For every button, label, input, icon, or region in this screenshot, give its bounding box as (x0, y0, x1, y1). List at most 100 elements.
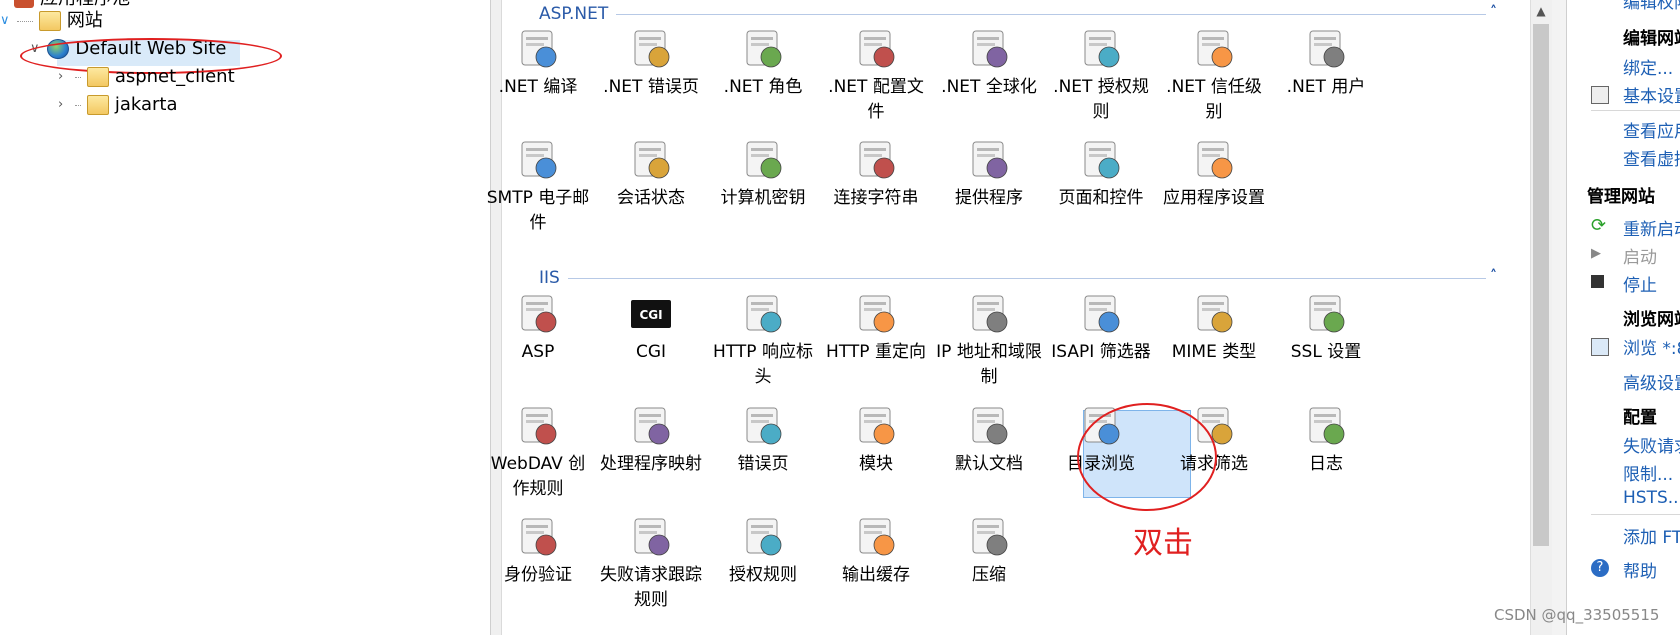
feature-tile[interactable]: 失败请求跟踪规则 (596, 515, 706, 613)
session-state-icon (629, 138, 673, 182)
error-pages-icon (741, 404, 785, 448)
feature-tile[interactable]: CGI CGI (596, 292, 706, 365)
connections-tree: 应用程序池 ∨ 网站 ∨ Default Web Site › aspnet_c… (0, 0, 490, 635)
asp-icon (516, 292, 560, 336)
feature-tile[interactable]: .NET 信任级别 (1159, 27, 1269, 125)
feature-label: 会话状态 (617, 188, 685, 208)
feature-label: 连接字符串 (833, 188, 919, 208)
restart-icon: ⟳ (1591, 215, 1607, 236)
feature-label: SMTP 电子邮件 (486, 188, 590, 233)
feature-tile[interactable]: .NET 授权规则 (1046, 27, 1156, 125)
sites-folder-icon (38, 11, 61, 31)
scrollbar-thumb[interactable] (1533, 24, 1549, 546)
compression-icon (967, 515, 1011, 559)
feature-tile[interactable]: 输出缓存 (821, 515, 931, 588)
feature-label: HTTP 重定向 (826, 342, 926, 362)
feature-tile[interactable]: HTTP 重定向 (821, 292, 931, 365)
action-stop[interactable]: 停止 (1623, 271, 1657, 296)
action-edit-permissions[interactable]: 编辑权限... (1623, 0, 1680, 13)
group-title-aspnet[interactable]: ASP.NET (539, 4, 608, 24)
action-limits[interactable]: 限制... (1623, 460, 1673, 485)
feature-label: 处理程序映射 (600, 454, 702, 474)
feature-tile[interactable]: 授权规则 (708, 515, 818, 588)
logging-icon (1304, 404, 1348, 448)
feature-tile[interactable]: 会话状态 (596, 138, 706, 211)
scroll-up-arrow-icon[interactable]: ▲ (1533, 2, 1549, 20)
providers-icon (967, 138, 1011, 182)
isapi-filter-icon (1079, 292, 1123, 336)
feature-tile[interactable]: 日志 (1271, 404, 1381, 477)
feature-tile[interactable]: 压缩 (934, 515, 1044, 588)
chevron-right-icon[interactable]: › (58, 92, 70, 118)
feature-tile[interactable]: 提供程序 (934, 138, 1044, 211)
action-failed-request-tracing[interactable]: 失败请求跟踪... (1623, 432, 1680, 457)
tree-node-jakarta[interactable]: › jakarta (58, 92, 177, 118)
svg-text:CGI: CGI (639, 308, 662, 322)
action-help[interactable]: 帮助 (1623, 557, 1657, 582)
feature-tile[interactable]: 计算机密钥 (708, 138, 818, 211)
feature-tile[interactable]: ISAPI 筛选器 (1046, 292, 1156, 365)
header-browse-site: 浏览网站 (1623, 310, 1680, 330)
feature-label: 输出缓存 (842, 565, 910, 585)
action-restart[interactable]: 重新启动 (1623, 215, 1680, 240)
feature-tile[interactable]: .NET 用户 (1271, 27, 1381, 100)
header-manage-site: 管理网站 (1587, 187, 1655, 207)
cgi-icon: CGI (629, 292, 673, 336)
feature-tile[interactable]: IP 地址和域限制 (934, 292, 1044, 390)
feature-tile[interactable]: 模块 (821, 404, 931, 477)
collapse-chevron-up-icon[interactable]: ˄ (1490, 268, 1497, 284)
tree-node-sites[interactable]: ∨ 网站 (0, 8, 103, 34)
feature-label: CGI (635, 342, 667, 362)
action-start[interactable]: 启动 (1623, 243, 1657, 268)
feature-label: ASP (521, 342, 555, 362)
feature-tile[interactable]: .NET 错误页 (596, 27, 706, 100)
feature-tile[interactable]: 错误页 (708, 404, 818, 477)
feature-tile[interactable]: .NET 角色 (708, 27, 818, 100)
modules-icon (854, 404, 898, 448)
virtual-directory-icon (86, 95, 109, 115)
feature-tile[interactable]: 身份验证 (483, 515, 593, 588)
action-basic-settings[interactable]: 基本设置... (1623, 82, 1680, 107)
action-add-ftp[interactable]: 添加 FTP 发布... (1623, 523, 1680, 548)
tree-node-aspnet-client[interactable]: › aspnet_client (58, 64, 235, 90)
feature-tile[interactable]: 页面和控件 (1046, 138, 1156, 211)
feature-label: .NET 角色 (723, 77, 803, 97)
action-view-applications[interactable]: 查看应用程序 (1623, 117, 1680, 142)
feature-tile[interactable]: SSL 设置 (1271, 292, 1381, 365)
feature-tile[interactable]: 处理程序映射 (596, 404, 706, 477)
annotation-text: 双击 (1133, 526, 1193, 561)
basic-settings-icon (1591, 86, 1609, 104)
feature-tile[interactable]: HTTP 响应标头 (708, 292, 818, 390)
chevron-down-icon[interactable]: ∨ (0, 8, 12, 34)
help-icon: ? (1591, 559, 1609, 577)
action-hsts[interactable]: HSTS... (1623, 488, 1680, 508)
feature-tile[interactable]: SMTP 电子邮件 (483, 138, 593, 236)
group-title-iis[interactable]: IIS (539, 268, 560, 288)
feature-label: 提供程序 (955, 188, 1023, 208)
feature-tile[interactable]: .NET 配置文件 (821, 27, 931, 125)
feature-tile[interactable]: .NET 编译 (483, 27, 593, 100)
feature-tile[interactable]: .NET 全球化 (934, 27, 1044, 100)
pane-splitter[interactable] (1552, 0, 1567, 635)
chevron-right-icon[interactable]: › (58, 64, 70, 90)
feature-label: 授权规则 (729, 565, 797, 585)
red-annotation-oval (1077, 403, 1217, 511)
action-view-virtual-dirs[interactable]: 查看虚拟目录 (1623, 145, 1680, 170)
machine-key-icon (741, 138, 785, 182)
action-browse[interactable]: 浏览 *:80 (http) (1623, 334, 1680, 359)
action-bindings[interactable]: 绑定... (1623, 54, 1673, 79)
roles-icon (741, 27, 785, 71)
action-advanced-settings[interactable]: 高级设置... (1623, 369, 1680, 394)
feature-tile[interactable]: MIME 类型 (1159, 292, 1269, 365)
feature-label: 页面和控件 (1058, 188, 1144, 208)
collapse-chevron-up-icon[interactable]: ˄ (1490, 4, 1497, 20)
feature-tile[interactable]: 默认文档 (934, 404, 1044, 477)
group-divider (568, 278, 1486, 279)
feature-tile[interactable]: WebDAV 创作规则 (483, 404, 593, 502)
globe-icon (967, 27, 1011, 71)
feature-tile[interactable]: 应用程序设置 (1159, 138, 1269, 211)
feature-label: .NET 授权规则 (1053, 77, 1149, 122)
feature-tile[interactable]: 连接字符串 (821, 138, 931, 211)
feature-label: SSL 设置 (1290, 342, 1362, 362)
feature-tile[interactable]: ASP (483, 292, 593, 365)
